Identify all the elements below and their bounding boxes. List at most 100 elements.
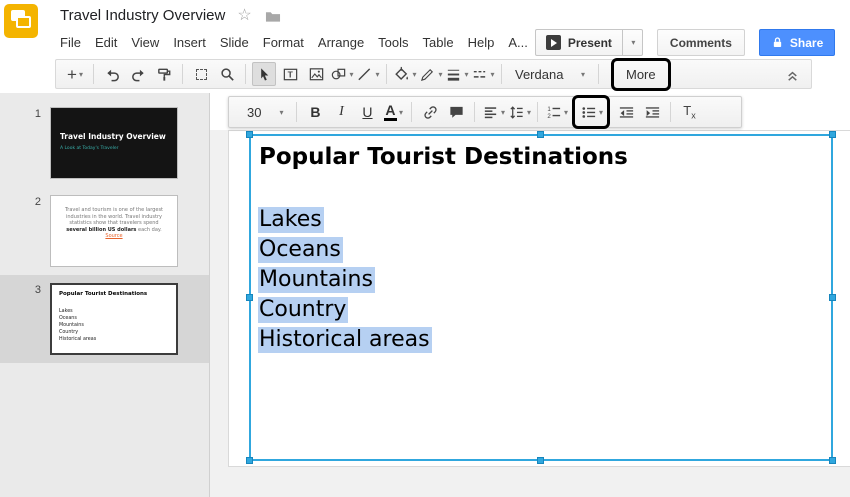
selection-handle[interactable]: [246, 131, 253, 138]
thumbnail-body-text: Travel and tourism is one of the largest…: [57, 207, 171, 240]
thumbnail-subtitle: A Look at Today's Traveler: [60, 146, 118, 151]
zoom-button[interactable]: [215, 62, 239, 86]
separator: [670, 102, 671, 122]
menu-table[interactable]: Table: [416, 32, 461, 53]
slide-thumbnail-row-1[interactable]: 1 Travel Industry Overview A Look at Tod…: [0, 99, 209, 187]
present-button[interactable]: Present: [536, 30, 622, 55]
slide-thumbnail-row-2[interactable]: 2 Travel and tourism is one of the large…: [0, 187, 209, 275]
menu-tools[interactable]: Tools: [371, 32, 415, 53]
play-icon: [546, 35, 561, 50]
underline-button[interactable]: U: [355, 100, 379, 124]
slide-thumbnail-row-3-selected[interactable]: 3 Popular Tourist Destinations Lakes Oce…: [0, 275, 209, 363]
bold-button[interactable]: B: [303, 100, 327, 124]
menu-arrange[interactable]: Arrange: [311, 32, 371, 53]
separator: [598, 64, 599, 84]
bulleted-list-button[interactable]: ▾: [579, 100, 603, 124]
chevron-down-icon: ▾: [438, 70, 442, 79]
new-slide-button[interactable]: + ▾: [63, 62, 87, 86]
paint-format-button[interactable]: [152, 62, 176, 86]
menu-slide[interactable]: Slide: [213, 32, 256, 53]
shape-icon: [330, 66, 347, 83]
slide-number: 1: [0, 107, 50, 179]
slide-title[interactable]: Popular Tourist Destinations: [259, 144, 628, 170]
menu-file[interactable]: File: [53, 32, 88, 53]
italic-button[interactable]: I: [329, 100, 353, 124]
menu-addons-truncated[interactable]: A...: [501, 32, 535, 53]
title-row: Travel Industry Overview ☆: [0, 0, 850, 24]
share-button[interactable]: Share: [759, 29, 835, 56]
thumbnail-title: Travel Industry Overview: [60, 132, 166, 141]
undo-button[interactable]: [100, 62, 124, 86]
highlighted-text[interactable]: Oceans: [258, 237, 343, 263]
slide-1-thumbnail[interactable]: Travel Industry Overview A Look at Today…: [50, 107, 178, 179]
link-icon: [422, 104, 439, 121]
chevron-down-icon: ▾: [349, 70, 353, 79]
list-item: Country: [258, 295, 432, 325]
slide-body-list[interactable]: Lakes Oceans Mountains Country Historica…: [258, 205, 432, 355]
image-icon: [308, 66, 325, 83]
selection-handle[interactable]: [537, 457, 544, 464]
insert-image-button[interactable]: [304, 62, 328, 86]
slide-3-thumbnail[interactable]: Popular Tourist Destinations Lakes Ocean…: [50, 283, 178, 355]
highlighted-text[interactable]: Historical areas: [258, 327, 432, 353]
align-button[interactable]: ▾: [481, 100, 505, 124]
highlighted-text[interactable]: Lakes: [258, 207, 324, 233]
menu-view[interactable]: View: [124, 32, 166, 53]
highlighted-text[interactable]: Country: [258, 297, 348, 323]
chevron-down-icon: ▾: [599, 108, 603, 117]
header: Travel Industry Overview ☆ File Edit Vie…: [0, 0, 850, 56]
selection-handle[interactable]: [829, 457, 836, 464]
slides-logo[interactable]: [4, 4, 38, 38]
separator: [501, 64, 502, 84]
text-color-button[interactable]: A ▾: [381, 100, 405, 124]
menu-help[interactable]: Help: [461, 32, 502, 53]
more-button[interactable]: More: [616, 63, 666, 86]
zoom-fit-button[interactable]: [189, 62, 213, 86]
shape-button[interactable]: ▾: [330, 62, 354, 86]
document-title[interactable]: Travel Industry Overview: [60, 7, 225, 24]
selection-handle[interactable]: [246, 294, 253, 301]
indent-increase-button[interactable]: [640, 100, 664, 124]
folder-icon[interactable]: [264, 8, 282, 23]
text-box-button[interactable]: T: [278, 62, 302, 86]
selection-handle[interactable]: [829, 294, 836, 301]
collapse-toolbar-button[interactable]: [780, 62, 804, 86]
line-tool-button[interactable]: ▾: [356, 62, 380, 86]
star-icon[interactable]: ☆: [237, 8, 251, 24]
highlighted-text[interactable]: Mountains: [258, 267, 375, 293]
selection-handle[interactable]: [537, 131, 544, 138]
list-item: Historical areas: [258, 325, 432, 355]
line-weight-button[interactable]: ▾: [445, 62, 469, 86]
separator: [296, 102, 297, 122]
undo-icon: [104, 66, 121, 83]
line-spacing-button[interactable]: ▾: [507, 100, 531, 124]
present-dropdown-button[interactable]: ▾: [622, 30, 642, 55]
fill-color-button[interactable]: ▾: [393, 62, 417, 86]
separator: [182, 64, 183, 84]
redo-button[interactable]: [126, 62, 150, 86]
menu-insert[interactable]: Insert: [166, 32, 213, 53]
font-family-select[interactable]: Verdana ▾: [507, 67, 593, 82]
slide-canvas[interactable]: Popular Tourist Destinations Lakes Ocean…: [228, 130, 850, 467]
slide-2-thumbnail[interactable]: Travel and tourism is one of the largest…: [50, 195, 178, 267]
text-color-icon: A: [384, 103, 397, 121]
selection-handle[interactable]: [829, 131, 836, 138]
menu-edit[interactable]: Edit: [88, 32, 124, 53]
line-color-button[interactable]: ▾: [419, 62, 443, 86]
chevron-down-icon: ▾: [501, 108, 505, 117]
insert-link-button[interactable]: [418, 100, 442, 124]
insert-comment-button[interactable]: [444, 100, 468, 124]
font-size-select[interactable]: 30 ▾: [235, 105, 291, 120]
font-family-value: Verdana: [515, 67, 563, 82]
menu-format[interactable]: Format: [256, 32, 311, 53]
google-slides-app: Travel Industry Overview ☆ File Edit Vie…: [0, 0, 850, 497]
select-tool-button[interactable]: [252, 62, 276, 86]
clear-formatting-button[interactable]: Tx: [677, 100, 701, 124]
line-dash-button[interactable]: ▾: [471, 62, 495, 86]
indent-decrease-button[interactable]: [614, 100, 638, 124]
selection-handle[interactable]: [246, 457, 253, 464]
numbered-list-button[interactable]: 12 ▾: [544, 100, 568, 124]
pencil-icon: [419, 66, 436, 83]
comments-button[interactable]: Comments: [657, 29, 745, 56]
logo-shape: [16, 16, 31, 28]
